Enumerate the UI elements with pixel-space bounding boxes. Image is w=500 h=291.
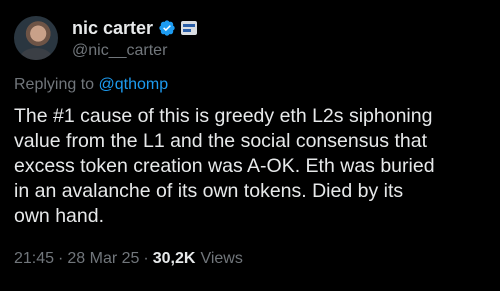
author-handle[interactable]: @nic__carter bbox=[72, 42, 197, 60]
meta-separator: · bbox=[58, 250, 64, 267]
tweet-time[interactable]: 21:45 bbox=[14, 250, 54, 268]
views-count[interactable]: 30,2K bbox=[153, 250, 196, 268]
author-names: nic carter @nic__carter bbox=[72, 16, 198, 60]
reply-mention-link[interactable]: @qthomp bbox=[99, 76, 169, 93]
tweet-text: The #1 cause of this is greedy eth L2s s… bbox=[14, 105, 435, 227]
tweet-header: nic carter @nic__carter bbox=[14, 8, 486, 68]
meta-separator: · bbox=[143, 250, 149, 267]
replying-to: Replying to @qthomp bbox=[14, 76, 486, 98]
name-row: nic carter bbox=[72, 16, 198, 40]
verified-badge-icon bbox=[159, 20, 175, 36]
views-label[interactable]: Views bbox=[200, 250, 242, 268]
tweet-date[interactable]: 28 Mar 25 bbox=[67, 250, 139, 268]
avatar-shirt bbox=[20, 48, 52, 60]
affiliate-badge-icon[interactable] bbox=[181, 21, 198, 35]
author-display-name[interactable]: nic carter bbox=[72, 18, 153, 39]
tweet-meta: 21:45 · 28 Mar 25 · 30,2K Views bbox=[14, 250, 243, 268]
replying-to-prefix: Replying to bbox=[14, 76, 99, 93]
tweet-card: nic carter @nic__carter Replying to @qth… bbox=[0, 0, 500, 291]
avatar[interactable] bbox=[14, 16, 58, 60]
